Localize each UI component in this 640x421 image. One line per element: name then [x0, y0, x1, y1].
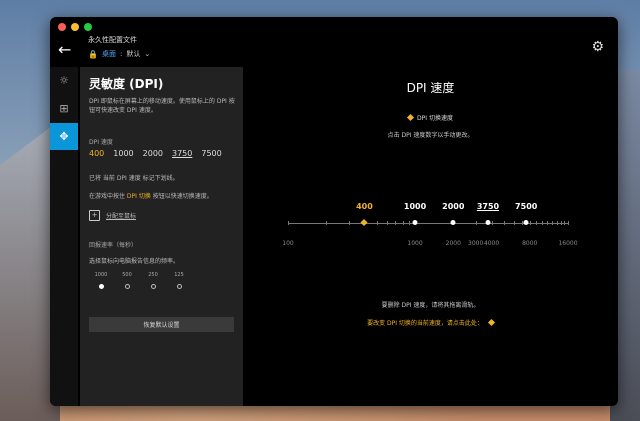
slider-tick	[556, 221, 558, 225]
rate-option-250[interactable]: 250	[145, 272, 161, 289]
slider-tick	[568, 221, 569, 225]
plus-square-icon: ⊞	[59, 102, 69, 115]
dpi-main-area: DPI 速度 DPI 切换速度 点击 DPI 速度数字以手动更改。 100 100…	[243, 67, 618, 406]
restore-defaults-button[interactable]: 恢复默认设置	[89, 317, 234, 332]
report-rate-description: 选择鼠标向电脑报告信息的频率。	[89, 258, 180, 265]
dpi-value-1000[interactable]: 1000	[113, 149, 133, 158]
remove-hint: 要删除 DPI 速度，请将其拖离滑轨。	[381, 302, 480, 309]
rate-option-label: 250	[148, 272, 158, 278]
rate-option-label: 500	[122, 272, 132, 278]
dpi-value-3750[interactable]: 3750	[172, 149, 192, 158]
dpi-switch-note-pre: 在游戏中按住	[89, 193, 127, 200]
slider-tick	[503, 221, 505, 225]
slider-axis-label: 1000	[407, 240, 423, 247]
slider-tick	[376, 221, 378, 225]
move-arrows-icon: ✥	[59, 130, 69, 143]
change-current-hint[interactable]: 要改变 DPI 切换的当前速度，请点击此处：	[243, 318, 618, 327]
rail-item-sensitivity[interactable]: ✥	[50, 123, 78, 150]
slider-axis-label: 3000	[468, 240, 484, 247]
slider-axis-label: 100	[282, 240, 294, 247]
dpi-switch-note: 在游戏中按住 DPI 切换 按钮以快速切换速度。	[89, 191, 213, 200]
dpi-slider[interactable]: 100 1000 2000 3000 4000 8000 16000 400 1000 2000 3…	[243, 67, 618, 267]
panel-description: DPI 即鼠标在屏幕上的移动速度。使用鼠标上的 DPI 按钮可快速改变 DPI …	[89, 98, 235, 114]
close-window-button[interactable]	[58, 23, 66, 31]
rate-option-500[interactable]: 500	[119, 272, 135, 289]
rate-option-1000[interactable]: 1000	[93, 272, 109, 289]
dpi-switch-note-post: 按钮以快速切换速度。	[150, 193, 213, 200]
diamond-icon[interactable]	[487, 318, 495, 327]
slider-current-point[interactable]	[360, 218, 369, 227]
slider-tick	[513, 221, 515, 225]
slider-tick	[475, 221, 477, 225]
dpi-switch-link: DPI 切换	[126, 193, 151, 200]
slider-tick	[326, 221, 328, 225]
slider-tick	[402, 221, 404, 225]
minimize-window-button[interactable]	[71, 23, 79, 31]
change-current-label: 要改变 DPI 切换的当前速度，请点击此处：	[367, 320, 483, 327]
assign-to-mouse-button[interactable]: + 分配至鼠标	[89, 210, 136, 221]
radio-icon[interactable]	[150, 284, 156, 289]
back-arrow-icon[interactable]: ←	[58, 40, 71, 59]
report-rate-options: 1000 500 250 125	[93, 272, 187, 289]
slider-point[interactable]	[450, 220, 456, 225]
radio-icon[interactable]	[176, 284, 182, 289]
dpi-value-400[interactable]: 400	[89, 149, 104, 158]
window-controls	[58, 23, 92, 31]
slider-tick	[288, 221, 289, 225]
profile-selector[interactable]: 🔒 桌面 : 默认 ⌄	[88, 49, 150, 59]
assign-to-mouse-label: 分配至鼠标	[106, 213, 137, 220]
rate-option-label: 125	[174, 272, 184, 278]
dpi-value-7500[interactable]: 7500	[201, 149, 221, 158]
rail-item-lighting[interactable]: ☼	[50, 67, 78, 94]
chevron-down-icon[interactable]: ⌄	[144, 50, 150, 58]
slider-tick	[491, 221, 493, 225]
dpi-value-2000[interactable]: 2000	[143, 149, 163, 158]
slider-axis-label: 16000	[558, 240, 578, 247]
slider-tick	[560, 221, 562, 225]
marked-speed-note: 已将 当前 DPI 速度 标记下划线。	[89, 175, 179, 182]
slider-tick	[529, 221, 531, 225]
slider-axis-label: 2000	[445, 240, 461, 247]
rate-option-label: 1000	[94, 272, 108, 278]
slider-point[interactable]	[412, 220, 418, 225]
lock-icon: 🔒	[88, 49, 98, 59]
plus-square-icon: +	[89, 210, 100, 221]
slider-point-label[interactable]: 1000	[404, 202, 426, 211]
profile-title: 永久性配置文件	[88, 36, 137, 44]
radio-icon[interactable]	[124, 284, 130, 289]
dpi-values-list: 400 1000 2000 3750 7500	[89, 149, 222, 158]
radio-selected-icon[interactable]	[98, 284, 104, 289]
settings-panel: 灵敏度 (DPI) DPI 即鼠标在屏幕上的移动速度。使用鼠标上的 DPI 按钮…	[80, 67, 243, 406]
profile-value: 默认	[126, 50, 141, 58]
gear-icon[interactable]: ⚙	[591, 39, 604, 55]
slider-axis-label: 4000	[483, 240, 500, 247]
side-rail: ☼ ⊞ ✥	[50, 67, 78, 406]
rate-option-125[interactable]: 125	[171, 272, 187, 289]
rail-item-buttons[interactable]: ⊞	[50, 95, 78, 122]
slider-tick	[564, 221, 566, 225]
slider-point-label[interactable]: 3750	[477, 202, 499, 211]
profile-separator: :	[119, 50, 123, 58]
slider-tick	[348, 221, 350, 225]
slider-point[interactable]	[485, 220, 491, 225]
slider-point-label[interactable]: 2000	[442, 202, 464, 211]
app-window: ← 永久性配置文件 🔒 桌面 : 默认 ⌄ ⚙ ☼ ⊞ ✥ 灵敏度 (DPI) …	[50, 17, 618, 406]
slider-tick	[386, 221, 388, 225]
profile-link[interactable]: 桌面	[102, 49, 116, 59]
slider-point-label[interactable]: 400	[356, 202, 373, 211]
zoom-window-button[interactable]	[84, 23, 92, 31]
dpi-speed-label: DPI 速度	[89, 139, 113, 146]
slider-tick	[409, 221, 411, 225]
panel-title: 灵敏度 (DPI)	[89, 77, 164, 91]
slider-tick	[536, 221, 538, 225]
slider-tick	[552, 221, 554, 225]
sun-icon: ☼	[59, 74, 69, 87]
slider-tick	[395, 221, 397, 225]
report-rate-label: 回报速率（每秒）	[89, 242, 138, 249]
slider-tick	[547, 221, 549, 225]
slider-point[interactable]	[523, 220, 529, 225]
slider-tick	[542, 221, 544, 225]
slider-axis-label: 8000	[522, 240, 538, 247]
slider-point-label[interactable]: 7500	[515, 202, 537, 211]
